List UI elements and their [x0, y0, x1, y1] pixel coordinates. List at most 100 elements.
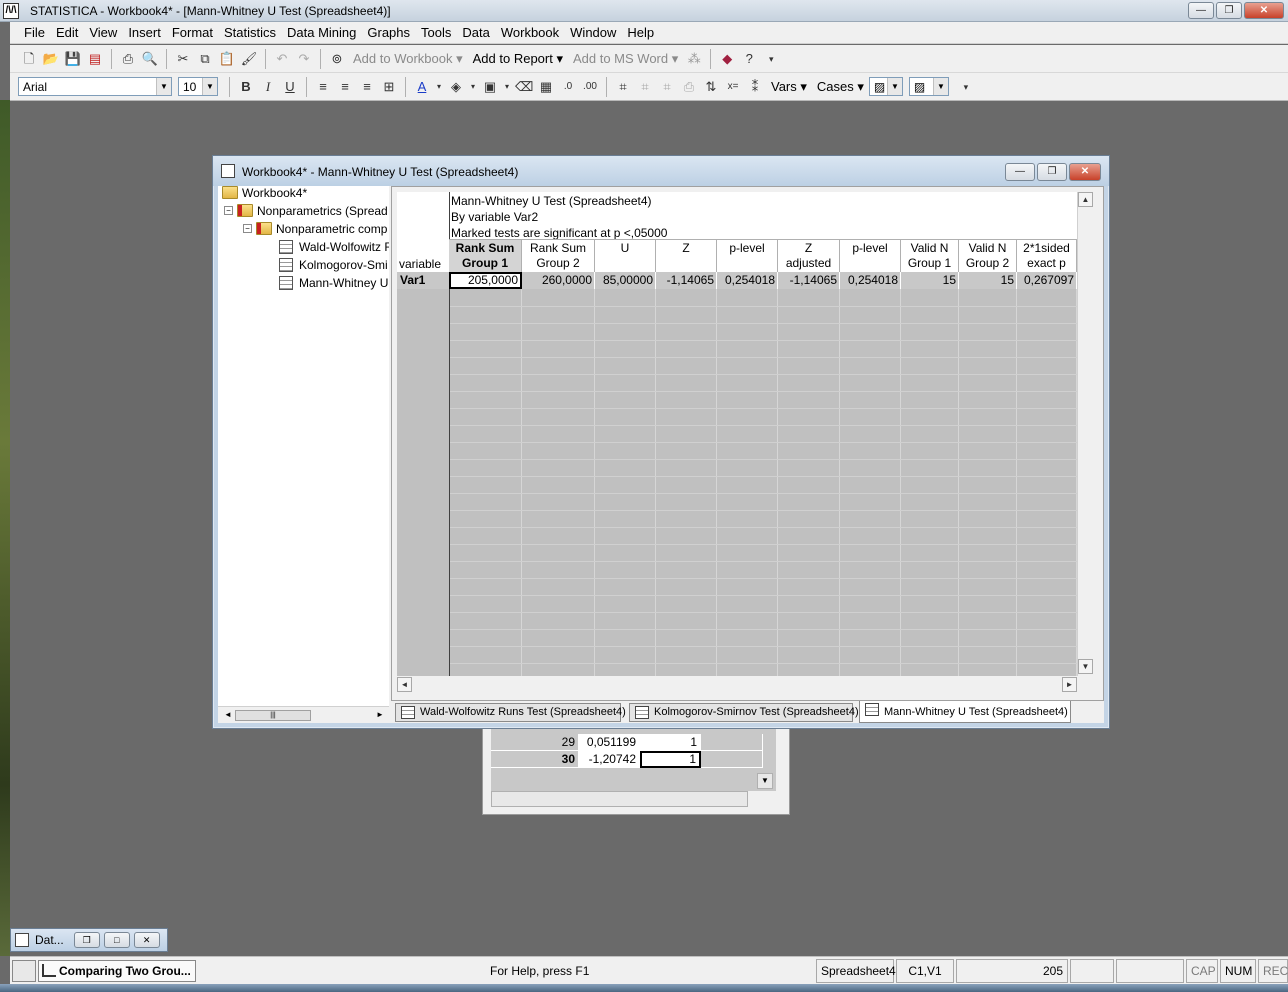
- graph-disabled-icon[interactable]: ⌗: [636, 78, 654, 96]
- tree-item-root[interactable]: Workbook4*: [222, 186, 307, 201]
- close-button[interactable]: ✕: [133, 932, 160, 948]
- column-header[interactable]: Valid N Group 2: [959, 239, 1017, 272]
- variable-formula-icon[interactable]: x=: [724, 78, 742, 96]
- table-cell[interactable]: 1: [640, 734, 701, 751]
- column-header[interactable]: Rank Sum Group 2: [522, 239, 595, 272]
- scroll-left-icon[interactable]: ◄: [397, 677, 412, 692]
- tab-wald-wolfowitz[interactable]: Wald-Wolfowitz Runs Test (Spreadsheet4): [395, 703, 626, 722]
- tree-horizontal-scrollbar[interactable]: ◄ ||| ►: [218, 706, 389, 723]
- context-help-icon[interactable]: ?: [740, 50, 758, 68]
- menu-file[interactable]: File: [24, 25, 45, 40]
- cut-icon[interactable]: ✂: [174, 50, 192, 68]
- scroll-thumb[interactable]: |||: [235, 710, 311, 721]
- find-binoculars-icon[interactable]: ⊚: [328, 50, 346, 68]
- graph-icon[interactable]: ⌗: [614, 78, 632, 96]
- pattern-select[interactable]: ▨ ▼: [868, 77, 903, 96]
- scroll-down-icon[interactable]: ▼: [757, 773, 773, 789]
- copy-icon[interactable]: ⧉: [196, 50, 214, 68]
- align-left-icon[interactable]: ≡: [314, 78, 332, 96]
- menu-help[interactable]: Help: [627, 25, 654, 40]
- bold-button[interactable]: B: [237, 78, 255, 96]
- collapse-icon[interactable]: −: [224, 206, 233, 215]
- table-cell[interactable]: -1,14065: [778, 272, 840, 289]
- print-preview-icon[interactable]: 🔍: [141, 50, 159, 68]
- restore-button[interactable]: ❐: [73, 932, 100, 948]
- menu-window[interactable]: Window: [570, 25, 616, 40]
- maximize-button[interactable]: ❐: [1037, 163, 1067, 181]
- add-to-report-button[interactable]: Add to Report ▾: [473, 51, 563, 67]
- add-to-workbook-button[interactable]: Add to Workbook ▾: [353, 51, 463, 67]
- statistica-logo-icon[interactable]: [12, 960, 36, 982]
- table-cell[interactable]: 0,267097: [1017, 272, 1077, 289]
- menu-insert[interactable]: Insert: [128, 25, 161, 40]
- table-cell[interactable]: 15: [901, 272, 959, 289]
- table-cell[interactable]: -1,20742: [579, 751, 640, 768]
- vars-menu-button[interactable]: Vars ▾: [771, 79, 807, 95]
- column-header[interactable]: Rank Sum Group 1: [449, 239, 522, 272]
- tree-item-nonparametrics[interactable]: − Nonparametrics (Spread: [224, 202, 388, 219]
- vertical-scrollbar[interactable]: ▲ ▼: [1077, 192, 1094, 676]
- chevron-down-icon[interactable]: ▾: [469, 78, 477, 96]
- table-cell[interactable]: 260,0000: [522, 272, 595, 289]
- italic-button[interactable]: I: [259, 78, 277, 96]
- scroll-up-icon[interactable]: ▲: [1078, 192, 1093, 207]
- pattern-2-select[interactable]: ▨ ▼: [908, 77, 949, 96]
- spreadsheet-grid[interactable]: Mann-Whitney U Test (Spreadsheet4) By va…: [397, 192, 1077, 676]
- toolbar-options-icon[interactable]: ▾: [957, 78, 975, 96]
- table-cell-selected[interactable]: 1: [640, 751, 701, 768]
- column-header[interactable]: 2*1sided exact p: [1017, 239, 1077, 272]
- select-objects-icon[interactable]: ⁂: [685, 50, 703, 68]
- menu-statistics[interactable]: Statistics: [224, 25, 276, 40]
- open-folder-icon[interactable]: 📂: [42, 50, 60, 68]
- variables-spec-icon[interactable]: ⁑: [746, 78, 764, 96]
- close-button[interactable]: ✕: [1244, 2, 1284, 19]
- taskbar-item-comparing-two-groups[interactable]: Comparing Two Grou...: [38, 960, 196, 982]
- menu-tools[interactable]: Tools: [421, 25, 451, 40]
- font-size-select[interactable]: 10 ▼: [178, 77, 218, 96]
- scroll-right-icon[interactable]: ►: [376, 710, 384, 719]
- menu-edit[interactable]: Edit: [56, 25, 78, 40]
- horizontal-scrollbar[interactable]: [491, 791, 748, 807]
- table-cell[interactable]: 15: [959, 272, 1017, 289]
- save-icon[interactable]: 💾: [64, 50, 82, 68]
- horizontal-scrollbar[interactable]: ◄ ►: [397, 676, 1077, 693]
- table-cell[interactable]: [701, 751, 763, 768]
- column-header[interactable]: Valid N Group 1: [901, 239, 959, 272]
- minimize-button[interactable]: —: [1005, 163, 1035, 181]
- close-button[interactable]: ✕: [1069, 163, 1101, 181]
- column-header[interactable]: p-level: [717, 239, 778, 272]
- table-cell[interactable]: [701, 734, 763, 751]
- scroll-left-icon[interactable]: ◄: [224, 710, 232, 719]
- toolbar-options-icon[interactable]: ▾: [762, 50, 780, 68]
- graph-2-disabled-icon[interactable]: ⌗: [658, 78, 676, 96]
- align-center-icon[interactable]: ≡: [336, 78, 354, 96]
- font-family-select[interactable]: Arial ▼: [18, 77, 172, 96]
- book-icon[interactable]: ◆: [718, 50, 736, 68]
- cases-menu-button[interactable]: Cases ▾: [817, 79, 864, 95]
- empty-grid-area[interactable]: [449, 289, 1077, 676]
- table-cell[interactable]: 85,00000: [595, 272, 656, 289]
- sort-icon[interactable]: ⇅: [702, 78, 720, 96]
- print-disabled-icon[interactable]: ⎙: [680, 78, 698, 96]
- minimize-button[interactable]: —: [1188, 2, 1214, 19]
- undo-icon[interactable]: ↶: [273, 50, 291, 68]
- marking-icon[interactable]: ⌫: [515, 78, 533, 96]
- font-color-icon[interactable]: A: [413, 78, 431, 96]
- merge-icon[interactable]: ⊞: [380, 78, 398, 96]
- menu-format[interactable]: Format: [172, 25, 213, 40]
- menu-graphs[interactable]: Graphs: [367, 25, 410, 40]
- increase-decimal-icon[interactable]: .0: [559, 78, 577, 96]
- new-file-icon[interactable]: 🗋: [20, 50, 38, 68]
- decrease-decimal-icon[interactable]: .00: [581, 78, 599, 96]
- format-painter-icon[interactable]: 🖌: [240, 50, 258, 68]
- workbook-titlebar[interactable]: Workbook4* - Mann-Whitney U Test (Spread…: [213, 156, 1109, 186]
- pdf-icon[interactable]: ▤: [86, 50, 104, 68]
- chevron-down-icon[interactable]: ▾: [435, 78, 443, 96]
- scroll-down-icon[interactable]: ▼: [1078, 659, 1093, 674]
- tab-mann-whitney[interactable]: Mann-Whitney U Test (Spreadsheet4): [859, 701, 1071, 723]
- add-to-ms-word-button[interactable]: Add to MS Word ▾: [573, 51, 678, 67]
- background-spreadsheet-window[interactable]: 29 0,051199 1 30 -1,20742 1 ▼: [482, 728, 790, 815]
- table-cell[interactable]: 0,254018: [840, 272, 901, 289]
- table-cell-selected[interactable]: 205,0000: [449, 272, 522, 289]
- tree-item-kolmogorov[interactable]: Kolmogorov-Smi: [279, 256, 388, 273]
